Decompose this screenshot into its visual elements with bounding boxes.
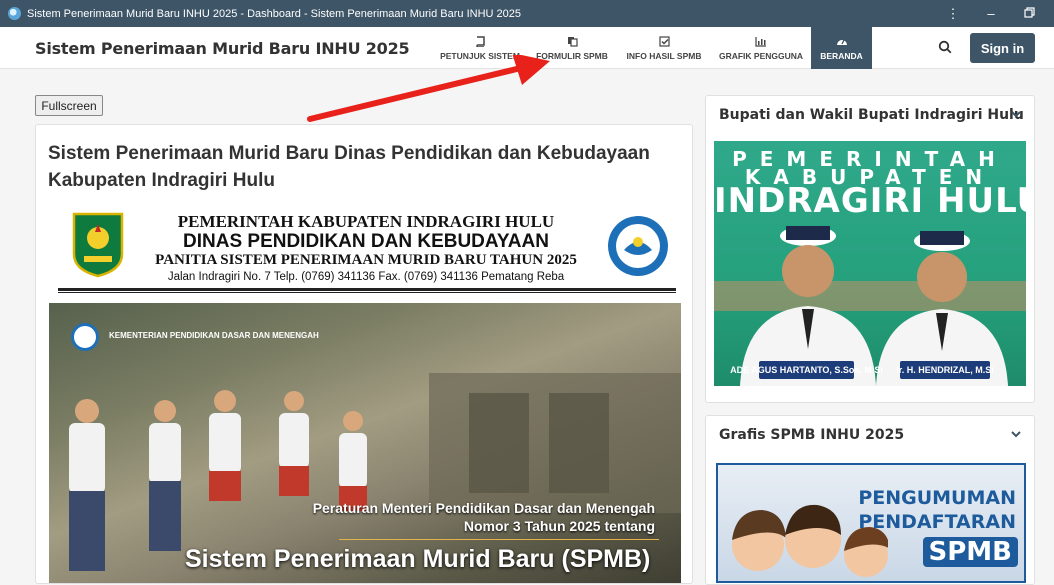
- check-square-icon: [658, 35, 670, 47]
- letterhead: PEMERINTAH KABUPATEN INDRAGIRI HULU DINA…: [56, 210, 676, 298]
- nav-beranda[interactable]: BERANDA: [811, 27, 872, 69]
- banner-subtitle-line2: Nomor 3 Tahun 2025 tentang: [463, 518, 655, 534]
- chevron-down-icon[interactable]: [1010, 429, 1022, 439]
- ministry-logo-icon: [71, 323, 99, 351]
- dashboard-icon: [836, 39, 847, 45]
- panel-title: Grafis SPMB INHU 2025: [719, 427, 905, 443]
- sign-in-button[interactable]: Sign in: [970, 33, 1035, 63]
- banner-subtitle-line1: Peraturan Menteri Pendidikan Dasar dan M…: [312, 500, 655, 516]
- panel-title: Bupati dan Wakil Bupati Indragiri Hulu: [719, 107, 1024, 123]
- tut-wuri-handayani-logo-icon: [608, 216, 668, 276]
- minimize-icon[interactable]: –: [972, 6, 1010, 21]
- more-vertical-icon[interactable]: ⋮: [934, 6, 972, 22]
- spmb-infographic-image: PENGUMUMAN PENDAFTARAN SPMB: [716, 463, 1026, 583]
- letterhead-line2: DINAS PENDIDIKAN DAN KEBUDAYAAN: [183, 231, 549, 252]
- page-title: Sistem Penerimaan Murid Baru Dinas Pendi…: [48, 143, 650, 191]
- officials-illustration: [714, 226, 1026, 386]
- search-icon[interactable]: [938, 40, 952, 59]
- window-titlebar: Sistem Penerimaan Murid Baru INHU 2025 -…: [0, 0, 1054, 27]
- copy-icon: [567, 36, 578, 47]
- banner-divider: [339, 539, 659, 540]
- banner-ministry-label: KEMENTERIAN PENDIDIKAN DASAR DAN MENENGA…: [109, 331, 319, 340]
- letterhead-line4: Jalan Indragiri No. 7 Telp. (0769) 34113…: [167, 271, 565, 283]
- panel-grafis-spmb: Grafis SPMB INHU 2025 PENGUMUMAN PENDAFT…: [705, 415, 1035, 585]
- infographic-line3: SPMB: [922, 537, 1018, 567]
- letterhead-rule-thin: [58, 292, 676, 293]
- nav-info-hasil-spmb[interactable]: INFO HASIL SPMB: [622, 27, 706, 69]
- official-name-2: Ir. H. HENDRIZAL, M.Si: [896, 361, 994, 379]
- official-name-1: ADE AGUS HARTANTO, S.Sos, M.Si: [730, 361, 883, 379]
- chevron-down-icon[interactable]: [1010, 109, 1022, 119]
- bar-chart-icon: [755, 36, 766, 47]
- infographic-line2: PENDAFTARAN: [858, 511, 1016, 533]
- app-icon: [8, 7, 21, 20]
- letterhead-line1: PEMERINTAH KABUPATEN INDRAGIRI HULU: [177, 212, 555, 231]
- banner-subtitle: Peraturan Menteri Pendidikan Dasar dan M…: [313, 499, 655, 535]
- nav-label: GRAFIK PENGGUNA: [718, 50, 804, 61]
- bupati-poster-image: PEMERINTAH KABUPATEN INDRAGIRI HULU ADE …: [714, 141, 1026, 386]
- main-content-card: Sistem Penerimaan Murid Baru Dinas Pendi…: [35, 124, 693, 584]
- nav-grafik-pengguna[interactable]: GRAFIK PENGGUNA: [716, 27, 806, 69]
- fullscreen-button[interactable]: Fullscreen: [35, 95, 103, 116]
- infographic-line1: PENGUMUMAN: [858, 487, 1016, 509]
- spmb-banner-image: KEMENTERIAN PENDIDIKAN DASAR DAN MENENGA…: [49, 303, 681, 583]
- banner-scene: [69, 373, 681, 571]
- annotation-arrow: [307, 55, 550, 122]
- letterhead-line3: PANITIA SISTEM PENERIMAAN MURID BARU TAH…: [155, 252, 577, 268]
- letterhead-rule: [58, 288, 676, 291]
- restore-icon[interactable]: [1010, 6, 1048, 21]
- window-title: Sistem Penerimaan Murid Baru INHU 2025 -…: [27, 7, 521, 20]
- nav-label: BERANDA: [820, 50, 863, 61]
- panel-bupati: Bupati dan Wakil Bupati Indragiri Hulu P…: [705, 95, 1035, 403]
- nav-label: INFO HASIL SPMB: [626, 50, 702, 61]
- book-icon: [475, 35, 485, 47]
